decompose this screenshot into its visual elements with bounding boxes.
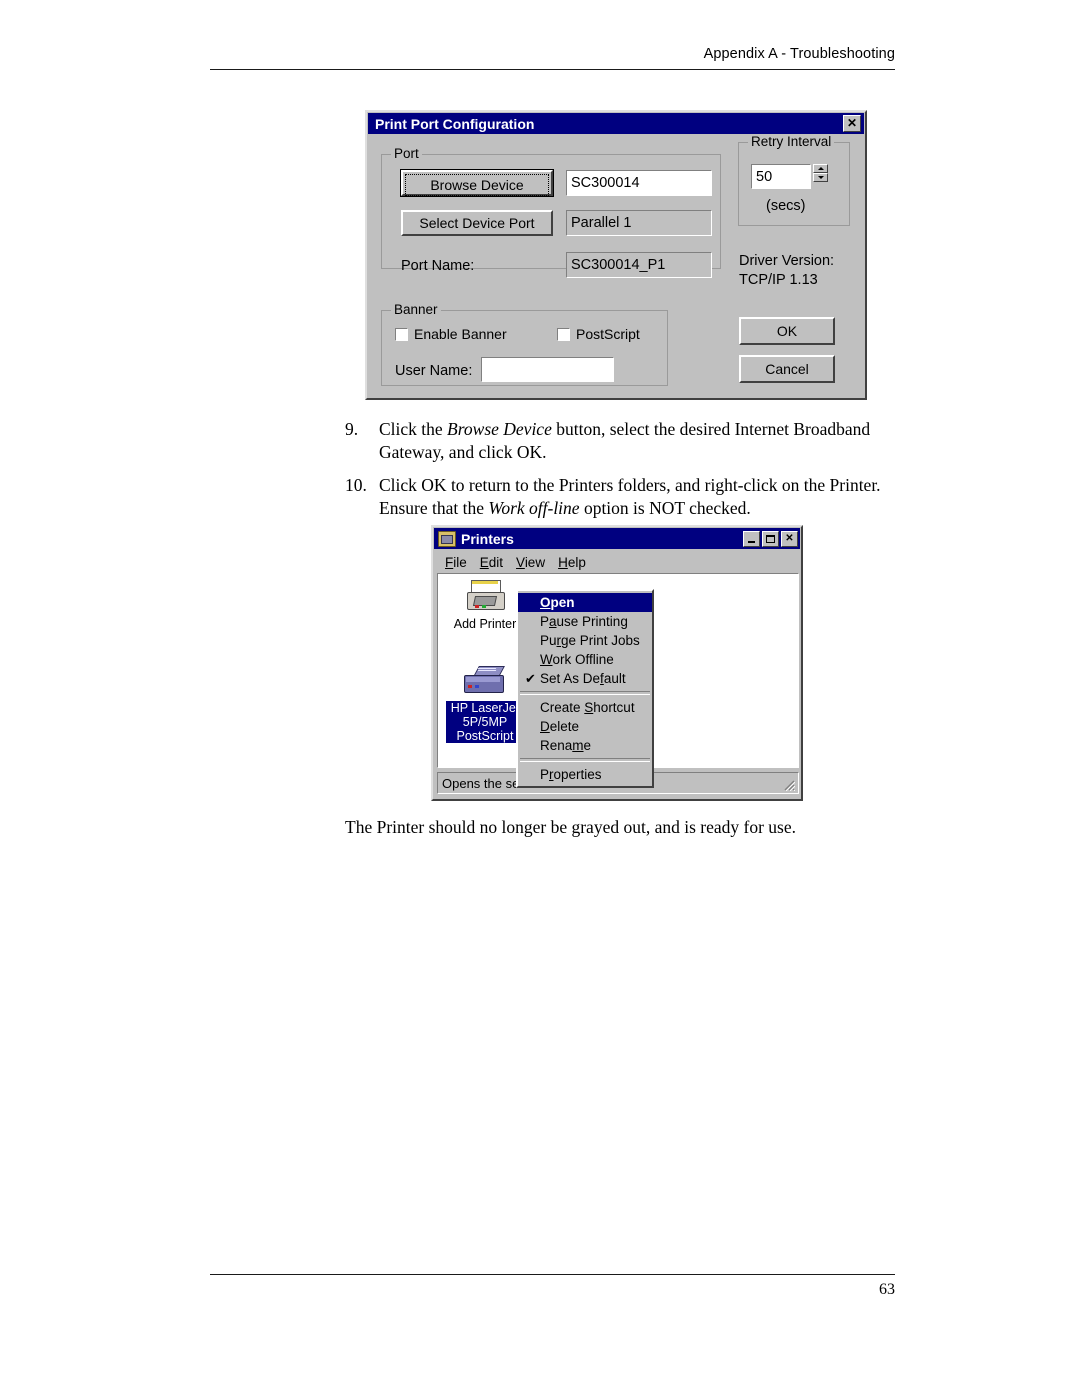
cancel-button[interactable]: Cancel — [739, 355, 835, 383]
user-name-label: User Name: — [395, 363, 473, 379]
footer-rule — [210, 1274, 895, 1275]
dialog-title: Print Port Configuration — [375, 115, 535, 132]
spinner-up-icon[interactable] — [813, 164, 828, 173]
menu-item-label: Set As Default — [540, 671, 626, 686]
enable-banner-label: Enable Banner — [414, 326, 507, 342]
step-item: 9. Click the Browse Device button, selec… — [345, 418, 890, 465]
dialog-titlebar: Print Port Configuration ✕ — [368, 113, 864, 134]
browse-device-button[interactable]: Browse Device — [400, 169, 554, 197]
step-text-emphasis: Browse Device — [447, 419, 552, 439]
printer-context-menu: Open Pause Printing Purge Print Jobs Work O… — [516, 589, 654, 788]
hp-laserjet-caption: HP LaserJet 5P/5MP PostScript — [445, 700, 525, 744]
add-printer-icon — [466, 580, 505, 614]
retry-interval-spinner[interactable]: 50 — [751, 164, 828, 189]
menu-item-label: Rename — [540, 738, 592, 753]
menu-item-label: Create Shortcut — [540, 700, 635, 715]
driver-version-label: Driver Version: — [739, 253, 835, 269]
menu-item-label: Delete — [540, 719, 580, 734]
menu-item-rename[interactable]: Rename — [518, 736, 652, 755]
menu-separator — [520, 691, 650, 695]
closing-paragraph: The Printer should no longer be grayed o… — [345, 817, 796, 837]
port-group-label: Port — [391, 146, 422, 161]
menu-item-pause-printing[interactable]: Pause Printing — [518, 612, 652, 631]
checkmark-icon: ✔ — [525, 671, 536, 686]
step-number: 9. — [345, 419, 359, 439]
enable-banner-checkbox[interactable] — [395, 327, 408, 341]
device-port-field: Parallel 1 — [566, 210, 712, 236]
menu-item-label: Properties — [540, 767, 602, 782]
printers-window-title: Printers — [461, 530, 514, 547]
retry-interval-units: (secs) — [766, 198, 806, 214]
page-header: Appendix A - Troubleshooting — [703, 46, 895, 62]
port-name-label: Port Name: — [401, 258, 475, 274]
close-icon[interactable]: ✕ — [843, 115, 861, 132]
printer-icon — [462, 666, 508, 698]
maximize-icon[interactable] — [762, 530, 779, 547]
menu-item-label: Work Offline — [540, 652, 614, 667]
retry-interval-input[interactable]: 50 — [751, 164, 811, 189]
printers-titlebar: Printers ✕ — [434, 528, 800, 549]
menu-item-label: Pause Printing — [540, 614, 628, 629]
menu-edit[interactable]: Edit — [480, 555, 503, 570]
menu-item-delete[interactable]: Delete — [518, 717, 652, 736]
shell-item-add-printer[interactable]: Add Printer — [446, 580, 524, 631]
menubar: File Edit View Help — [437, 552, 797, 572]
banner-group-label: Banner — [391, 302, 441, 317]
add-printer-caption: Add Printer — [453, 617, 517, 631]
minimize-icon[interactable] — [743, 530, 760, 547]
select-device-port-button[interactable]: Select Device Port — [401, 210, 553, 236]
browse-device-label: Browse Device — [405, 174, 549, 196]
menu-item-open[interactable]: Open — [518, 593, 652, 612]
menu-item-label: Purge Print Jobs — [540, 633, 640, 648]
step-item: 10. Click OK to return to the Printers f… — [345, 474, 890, 521]
spinner-down-icon[interactable] — [813, 173, 828, 182]
enable-banner-checkbox-row[interactable]: Enable Banner — [395, 326, 507, 342]
menu-item-work-offline[interactable]: Work Offline — [518, 650, 652, 669]
retry-interval-spin-buttons[interactable] — [813, 164, 828, 189]
menu-item-create-shortcut[interactable]: Create Shortcut — [518, 698, 652, 717]
window-controls: ✕ — [743, 530, 798, 547]
step-text-after: option is NOT checked. — [579, 497, 751, 518]
ok-button[interactable]: OK — [739, 317, 835, 345]
menu-help[interactable]: Help — [558, 555, 586, 570]
menu-item-set-as-default[interactable]: ✔ Set As Default — [518, 669, 652, 688]
driver-version-value: TCP/IP 1.13 — [739, 272, 818, 288]
device-name-field[interactable]: SC300014 — [566, 170, 712, 196]
close-icon[interactable]: ✕ — [781, 530, 798, 547]
menu-item-properties[interactable]: Properties — [518, 765, 652, 784]
numbered-step-list: 9. Click the Browse Device button, selec… — [345, 418, 890, 529]
step-text: Click the Browse Device button, select t… — [379, 418, 890, 465]
header-rule — [210, 69, 895, 70]
menu-item-label: Open — [540, 595, 575, 610]
resize-grip-icon[interactable] — [781, 777, 795, 791]
printers-folder-icon — [438, 530, 456, 547]
port-name-field: SC300014_P1 — [566, 252, 712, 278]
postscript-checkbox-row[interactable]: PostScript — [557, 326, 640, 342]
postscript-label: PostScript — [576, 326, 640, 342]
step-text-emphasis: Work off-line — [488, 497, 580, 518]
step-number: 10. — [345, 474, 367, 495]
print-port-configuration-dialog: Print Port Configuration ✕ Port Browse D… — [365, 110, 867, 400]
postscript-checkbox[interactable] — [557, 327, 570, 341]
user-name-field[interactable] — [481, 357, 614, 382]
menu-file[interactable]: File — [445, 555, 467, 570]
menu-view[interactable]: View — [516, 555, 545, 570]
page-number: 63 — [879, 1281, 895, 1298]
shell-item-hp-laserjet[interactable]: HP LaserJet 5P/5MP PostScript — [445, 666, 525, 744]
step-text-before: Click the — [379, 419, 448, 439]
menu-item-purge-print-jobs[interactable]: Purge Print Jobs — [518, 631, 652, 650]
retry-interval-group-label: Retry Interval — [748, 134, 835, 149]
menu-separator — [520, 758, 650, 762]
step-text: Click OK to return to the Printers folde… — [379, 474, 890, 521]
